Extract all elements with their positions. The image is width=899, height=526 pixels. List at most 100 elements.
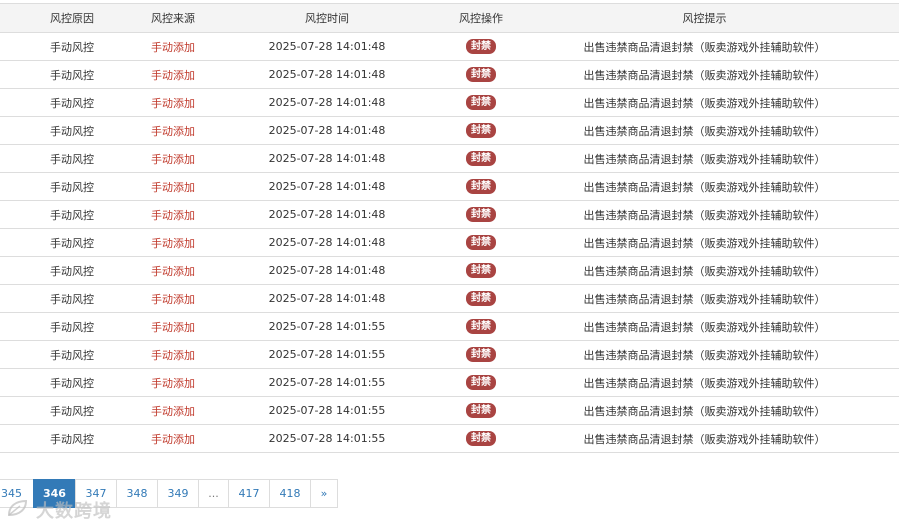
next-page-button[interactable]: » [309,479,338,508]
reason-cell: 手动风控 [0,144,144,173]
page-link-418[interactable]: 418 [268,479,311,508]
table-row: 手动风控 手动添加 2025-07-28 14:01:55 封禁 出售违禁商品清退封禁（… [0,368,899,397]
tip-text: 出售违禁商品清退封禁（贩卖游戏外挂辅助软件） [583,124,826,138]
action-cell: 封禁 [452,256,510,285]
table-row: 手动风控 手动添加 2025-07-28 14:01:48 封禁 出售违禁商品清退封禁（… [0,228,899,257]
time-text: 2025-07-28 14:01:48 [268,264,386,277]
time-cell: 2025-07-28 14:01:48 [202,284,452,313]
reason-cell: 手动风控 [0,424,144,453]
reason-text: 手动风控 [50,264,94,278]
action-badge: 封禁 [466,375,496,390]
source-cell: 手动添加 [144,312,202,341]
reason-text: 手动风控 [50,404,94,418]
time-text: 2025-07-28 14:01:48 [268,68,386,81]
tip-text: 出售违禁商品清退封禁（贩卖游戏外挂辅助软件） [583,264,826,278]
tip-cell: 出售违禁商品清退封禁（贩卖游戏外挂辅助软件） [510,200,899,229]
tip-cell: 出售违禁商品清退封禁（贩卖游戏外挂辅助软件） [510,144,899,173]
action-cell: 封禁 [452,32,510,61]
action-cell: 封禁 [452,116,510,145]
tip-text: 出售违禁商品清退封禁（贩卖游戏外挂辅助软件） [583,376,826,390]
reason-cell: 手动风控 [0,116,144,145]
time-cell: 2025-07-28 14:01:48 [202,32,452,61]
action-badge: 封禁 [466,403,496,418]
source-cell: 手动添加 [144,32,202,61]
page: 风控原因 风控来源 风控时间 风控操作 风控提示 手动风控 手动添加 2025-07… [0,0,899,526]
reason-cell: 手动风控 [0,200,144,229]
tip-text: 出售违禁商品清退封禁（贩卖游戏外挂辅助软件） [583,320,826,334]
action-cell: 封禁 [452,228,510,257]
action-cell: 封禁 [452,172,510,201]
action-badge: 封禁 [466,347,496,362]
reason-cell: 手动风控 [0,256,144,285]
reason-text: 手动风控 [50,152,94,166]
source-cell: 手动添加 [144,172,202,201]
action-badge: 封禁 [466,207,496,222]
time-text: 2025-07-28 14:01:55 [268,320,386,333]
time-cell: 2025-07-28 14:01:48 [202,144,452,173]
source-text: 手动添加 [151,376,195,390]
source-text: 手动添加 [151,320,195,334]
table-row: 手动风控 手动添加 2025-07-28 14:01:48 封禁 出售违禁商品清退封禁（… [0,256,899,285]
tip-text: 出售违禁商品清退封禁（贩卖游戏外挂辅助软件） [583,180,826,194]
source-cell: 手动添加 [144,256,202,285]
time-cell: 2025-07-28 14:01:55 [202,340,452,369]
tip-cell: 出售违禁商品清退封禁（贩卖游戏外挂辅助软件） [510,32,899,61]
reason-text: 手动风控 [50,292,94,306]
page-link-347[interactable]: 347 [74,479,117,508]
time-text: 2025-07-28 14:01:48 [268,236,386,249]
tip-text: 出售违禁商品清退封禁（贩卖游戏外挂辅助软件） [583,68,826,82]
action-badge: 封禁 [466,67,496,82]
tip-cell: 出售违禁商品清退封禁（贩卖游戏外挂辅助软件） [510,396,899,425]
tip-cell: 出售违禁商品清退封禁（贩卖游戏外挂辅助软件） [510,340,899,369]
time-text: 2025-07-28 14:01:48 [268,152,386,165]
action-cell: 封禁 [452,368,510,397]
time-cell: 2025-07-28 14:01:48 [202,228,452,257]
tip-cell: 出售违禁商品清退封禁（贩卖游戏外挂辅助软件） [510,424,899,453]
reason-text: 手动风控 [50,96,94,110]
tip-text: 出售违禁商品清退封禁（贩卖游戏外挂辅助软件） [583,40,826,54]
source-cell: 手动添加 [144,144,202,173]
time-cell: 2025-07-28 14:01:48 [202,172,452,201]
source-cell: 手动添加 [144,368,202,397]
header-time: 风控时间 [202,3,452,33]
page-ellipsis: ... [197,479,229,508]
time-cell: 2025-07-28 14:01:48 [202,116,452,145]
table-row: 手动风控 手动添加 2025-07-28 14:01:55 封禁 出售违禁商品清退封禁（… [0,396,899,425]
source-text: 手动添加 [151,124,195,138]
reason-text: 手动风控 [50,68,94,82]
source-cell: 手动添加 [144,60,202,89]
header-action: 风控操作 [452,3,510,33]
tip-cell: 出售违禁商品清退封禁（贩卖游戏外挂辅助软件） [510,172,899,201]
source-text: 手动添加 [151,96,195,110]
time-cell: 2025-07-28 14:01:48 [202,88,452,117]
time-cell: 2025-07-28 14:01:48 [202,200,452,229]
time-text: 2025-07-28 14:01:55 [268,404,386,417]
page-link-348[interactable]: 348 [115,479,158,508]
tip-text: 出售违禁商品清退封禁（贩卖游戏外挂辅助软件） [583,404,826,418]
page-link-345[interactable]: 345 [0,479,34,508]
source-cell: 手动添加 [144,340,202,369]
reason-cell: 手动风控 [0,60,144,89]
action-cell: 封禁 [452,284,510,313]
time-text: 2025-07-28 14:01:48 [268,208,386,221]
time-cell: 2025-07-28 14:01:48 [202,60,452,89]
source-text: 手动添加 [151,404,195,418]
table-header-row: 风控原因 风控来源 风控时间 风控操作 风控提示 [0,3,899,33]
action-badge: 封禁 [466,431,496,446]
action-badge: 封禁 [466,95,496,110]
page-link-349[interactable]: 349 [156,479,199,508]
page-link-417[interactable]: 417 [227,479,270,508]
table-row: 手动风控 手动添加 2025-07-28 14:01:48 封禁 出售违禁商品清退封禁（… [0,284,899,313]
reason-cell: 手动风控 [0,368,144,397]
tip-text: 出售违禁商品清退封禁（贩卖游戏外挂辅助软件） [583,348,826,362]
time-cell: 2025-07-28 14:01:48 [202,256,452,285]
reason-text: 手动风控 [50,124,94,138]
action-badge: 封禁 [466,263,496,278]
page-link-346[interactable]: 346 [33,479,76,508]
reason-text: 手动风控 [50,208,94,222]
table-row: 手动风控 手动添加 2025-07-28 14:01:48 封禁 出售违禁商品清退封禁（… [0,32,899,61]
header-reason: 风控原因 [0,3,144,33]
time-cell: 2025-07-28 14:01:55 [202,368,452,397]
reason-cell: 手动风控 [0,88,144,117]
source-text: 手动添加 [151,180,195,194]
